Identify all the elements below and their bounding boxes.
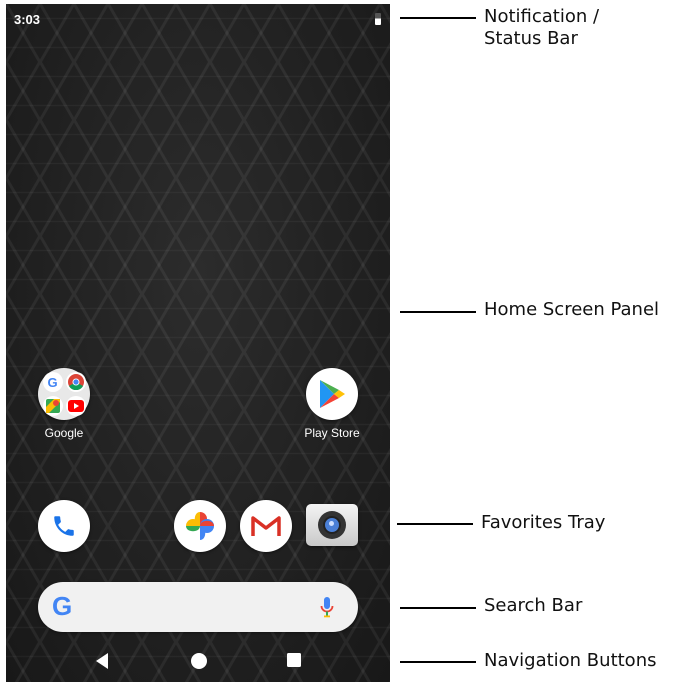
back-icon[interactable]: [94, 652, 110, 674]
play-store-label: Play Store: [304, 426, 360, 440]
phone-app[interactable]: [19, 500, 109, 552]
photos-icon: [174, 500, 226, 552]
search-bar-callout-line: [400, 607, 476, 609]
play-store-icon: [306, 368, 358, 420]
camera-app[interactable]: [287, 500, 377, 546]
search-bar[interactable]: G: [38, 582, 358, 632]
status-bar-callout-line: [400, 17, 476, 19]
google-folder[interactable]: G Google: [19, 368, 109, 440]
google-logo-icon: G: [52, 591, 73, 621]
favorites-callout-line: [397, 523, 473, 525]
nav-buttons-callout: Navigation Buttons: [484, 650, 657, 671]
camera-icon: [306, 504, 358, 546]
maps-icon: [42, 395, 63, 416]
phone-icon: [38, 500, 90, 552]
battery-icon: [375, 13, 381, 25]
google-folder-icon: G: [38, 368, 90, 420]
phone-screen: 3:03 G Google Play Store G: [6, 4, 390, 682]
nav-buttons-callout-line: [400, 661, 476, 663]
home-icon[interactable]: [190, 652, 208, 674]
play-store-app[interactable]: Play Store: [287, 368, 377, 440]
status-time: 3:03: [14, 12, 41, 27]
youtube-icon: [65, 395, 86, 416]
gmail-icon: [240, 500, 292, 552]
home-panel-callout-line: [400, 311, 476, 313]
chrome-icon: [65, 372, 86, 393]
google-folder-label: Google: [44, 426, 84, 440]
favorites-callout: Favorites Tray: [481, 512, 606, 533]
mic-icon[interactable]: [320, 596, 334, 624]
search-bar-callout: Search Bar: [484, 595, 583, 616]
recents-icon[interactable]: [286, 652, 302, 672]
status-bar-callout: Notification / Status Bar: [484, 6, 600, 49]
google-icon: G: [42, 372, 63, 393]
home-panel-callout: Home Screen Panel: [484, 299, 660, 320]
